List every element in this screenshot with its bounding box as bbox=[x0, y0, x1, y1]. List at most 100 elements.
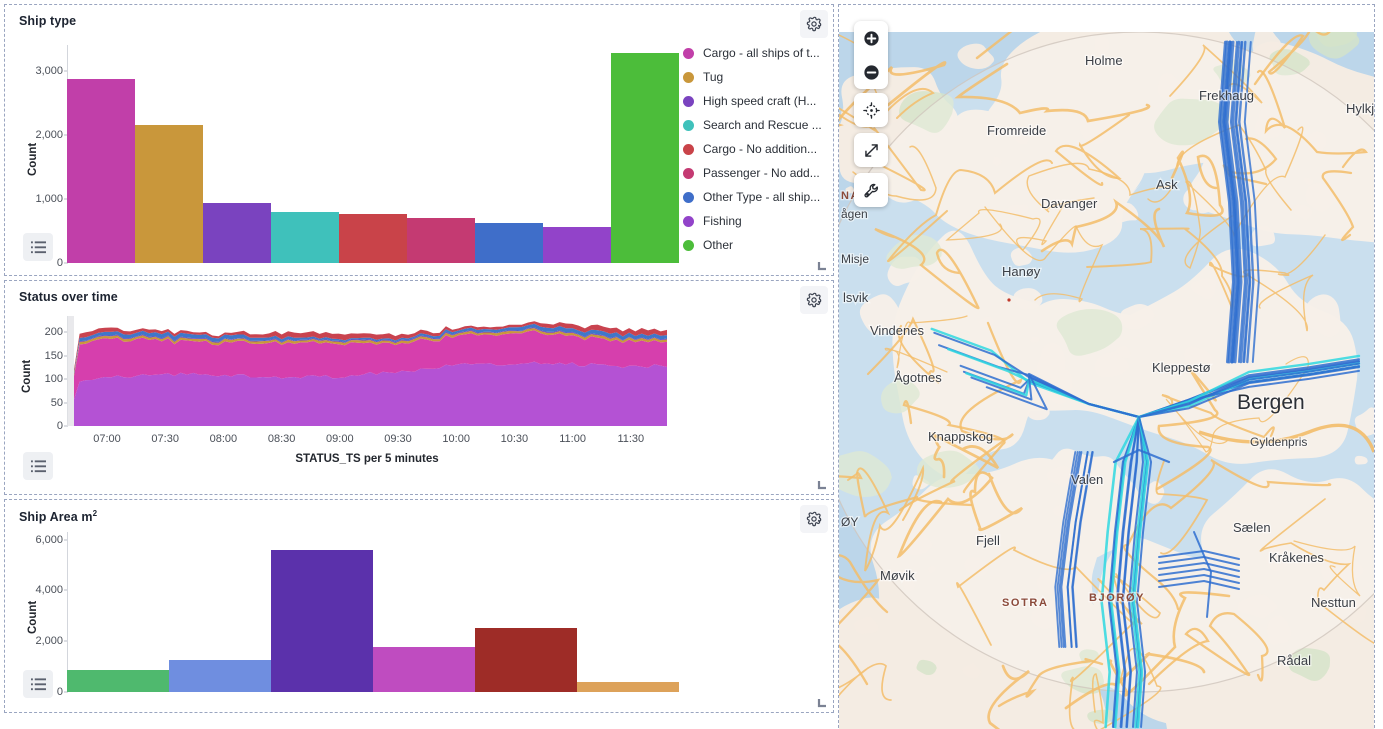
x-axis-tick: 11:00 bbox=[559, 433, 586, 445]
svg-text:ØY: ØY bbox=[841, 515, 858, 529]
svg-text:Holme: Holme bbox=[1085, 53, 1123, 68]
svg-text:Fromreide: Fromreide bbox=[987, 123, 1046, 138]
x-axis-tick: 11:30 bbox=[617, 433, 645, 445]
bar[interactable] bbox=[373, 647, 475, 692]
legend-toggle-button-status[interactable] bbox=[23, 452, 53, 480]
zoom-out-button[interactable] bbox=[854, 55, 888, 89]
legend-item[interactable]: Fishing bbox=[683, 209, 833, 233]
x-axis-tick: 10:30 bbox=[500, 433, 529, 445]
expand-arrows-icon[interactable] bbox=[854, 133, 888, 167]
y-axis-tick: 2,000 bbox=[19, 635, 68, 647]
svg-text:Hanøy: Hanøy bbox=[1002, 264, 1041, 279]
svg-text:Ask: Ask bbox=[1156, 177, 1178, 192]
legend-toggle-button-ship-area[interactable] bbox=[23, 670, 53, 698]
x-axis-title-status: STATUS_TS per 5 minutes bbox=[295, 453, 439, 465]
svg-text:Vindenes: Vindenes bbox=[870, 323, 924, 338]
bar[interactable] bbox=[169, 659, 271, 692]
legend-item[interactable]: Other bbox=[683, 233, 833, 257]
svg-text:Sælen: Sælen bbox=[1233, 520, 1271, 535]
charts-column: Ship type Count 0 1,000 2,000 3,000 Cargo - bbox=[0, 0, 838, 729]
legend-item-label: Other bbox=[703, 238, 734, 252]
svg-text:BJORØY: BJORØY bbox=[1089, 592, 1145, 604]
legend-color-dot bbox=[683, 239, 694, 251]
map-tools-control bbox=[854, 173, 888, 207]
y-axis-tick: 100 bbox=[21, 373, 68, 385]
y-axis-tick: 50 bbox=[21, 397, 68, 409]
chart-ship-area: Count 02,0004,0006,000 ≥ 0 and < 50≥ 50 … bbox=[5, 500, 833, 712]
y-axis-ticks-ship-type: 0 1,000 2,000 3,000 bbox=[19, 45, 68, 269]
legend-item[interactable]: Tug bbox=[683, 65, 833, 89]
panel-ship-area: Ship Area m2 Count 02,0004,0006,000 ≥ 0 … bbox=[4, 499, 834, 713]
panel-ship-type: Ship type Count 0 1,000 2,000 3,000 Cargo - bbox=[4, 4, 834, 276]
resize-corner-icon[interactable] bbox=[817, 479, 829, 491]
zoom-in-button[interactable] bbox=[854, 21, 888, 55]
bar[interactable] bbox=[407, 218, 475, 263]
bar-series-ship-area bbox=[67, 532, 679, 692]
resize-corner-icon[interactable] bbox=[817, 260, 829, 272]
legend-item[interactable]: Cargo - No addition... bbox=[683, 137, 833, 161]
y-axis-tick: 6,000 bbox=[19, 534, 68, 546]
legend-item-label: High speed craft (H... bbox=[703, 94, 817, 108]
panel-map: Holme Frekhaug Hylkje Fromreide Ask Davanger H… bbox=[838, 4, 1375, 729]
legend-item[interactable]: Search and Rescue ... bbox=[683, 113, 833, 137]
resize-corner-icon[interactable] bbox=[817, 697, 829, 709]
legend-item[interactable]: Other Type - all ship... bbox=[683, 185, 833, 209]
svg-text:Møvik: Møvik bbox=[880, 568, 915, 583]
y-axis-tick: 3,000 bbox=[19, 65, 68, 77]
bar[interactable] bbox=[577, 682, 679, 692]
svg-text:lsvik: lsvik bbox=[843, 290, 869, 305]
svg-text:Valen: Valen bbox=[1071, 472, 1103, 487]
legend-item-label: Cargo - all ships of t... bbox=[703, 46, 820, 60]
bar[interactable] bbox=[543, 227, 611, 263]
legend-color-dot bbox=[683, 71, 694, 83]
area-series-status bbox=[66, 316, 667, 426]
svg-text:Kråkenes: Kråkenes bbox=[1269, 550, 1324, 565]
svg-text:Nesttun: Nesttun bbox=[1311, 595, 1356, 610]
x-axis-tick: 08:30 bbox=[267, 433, 296, 445]
chart-ship-type: Count 0 1,000 2,000 3,000 Cargo - all ships… bbox=[5, 5, 833, 275]
y-axis-tick: 1,000 bbox=[19, 193, 68, 205]
legend-color-dot bbox=[683, 167, 694, 179]
x-axis-tick: 07:00 bbox=[93, 433, 121, 445]
legend-toggle-button-ship-type[interactable] bbox=[23, 233, 53, 261]
bar[interactable] bbox=[67, 78, 135, 263]
bar[interactable] bbox=[611, 53, 679, 263]
svg-text:Davanger: Davanger bbox=[1041, 196, 1098, 211]
x-axis-tick: 10:00 bbox=[442, 433, 470, 445]
svg-text:SOTRA: SOTRA bbox=[1002, 597, 1049, 609]
map-expand-control bbox=[854, 133, 888, 167]
legend-item-label: Tug bbox=[703, 70, 724, 84]
map-locate-control bbox=[854, 93, 888, 127]
y-axis-tick: 4,000 bbox=[19, 584, 68, 596]
svg-text:Gyldenpris: Gyldenpris bbox=[1250, 435, 1307, 449]
y-axis-tick: 2,000 bbox=[19, 129, 68, 141]
bar[interactable] bbox=[203, 202, 271, 263]
crosshair-icon[interactable] bbox=[854, 93, 888, 127]
bar[interactable] bbox=[271, 212, 339, 263]
x-axis-tick: 09:30 bbox=[384, 433, 412, 445]
bar[interactable] bbox=[339, 214, 407, 263]
legend-color-dot bbox=[683, 191, 694, 203]
legend-item[interactable]: Cargo - all ships of t... bbox=[683, 41, 833, 65]
svg-text:Kleppestø: Kleppestø bbox=[1152, 360, 1211, 375]
legend-item-label: Cargo - No addition... bbox=[703, 142, 818, 156]
bar[interactable] bbox=[271, 549, 373, 692]
legend-color-dot bbox=[683, 143, 694, 155]
legend-item[interactable]: Passenger - No add... bbox=[683, 161, 833, 185]
wrench-icon[interactable] bbox=[854, 173, 888, 207]
y-axis-ticks-ship-area: 0 2,000 4,000 6,000 bbox=[19, 532, 68, 698]
panel-status-over-time: Status over time Count 0 50 100 150 200 07:0… bbox=[4, 280, 834, 495]
y-axis-line bbox=[67, 532, 68, 692]
bar[interactable] bbox=[475, 223, 543, 263]
legend-item-label: Search and Rescue ... bbox=[703, 118, 822, 132]
x-axis-tick: 09:00 bbox=[326, 433, 354, 445]
bar[interactable] bbox=[475, 627, 577, 692]
legend-color-dot bbox=[683, 215, 694, 227]
legend-item[interactable]: High speed craft (H... bbox=[683, 89, 833, 113]
svg-text:Knappskog: Knappskog bbox=[928, 429, 993, 444]
map-canvas[interactable]: Holme Frekhaug Hylkje Fromreide Ask Davanger H… bbox=[839, 32, 1374, 729]
svg-text:ågen: ågen bbox=[841, 207, 868, 221]
legend-color-dot bbox=[683, 119, 694, 131]
bar[interactable] bbox=[135, 125, 203, 263]
bar[interactable] bbox=[67, 669, 169, 692]
